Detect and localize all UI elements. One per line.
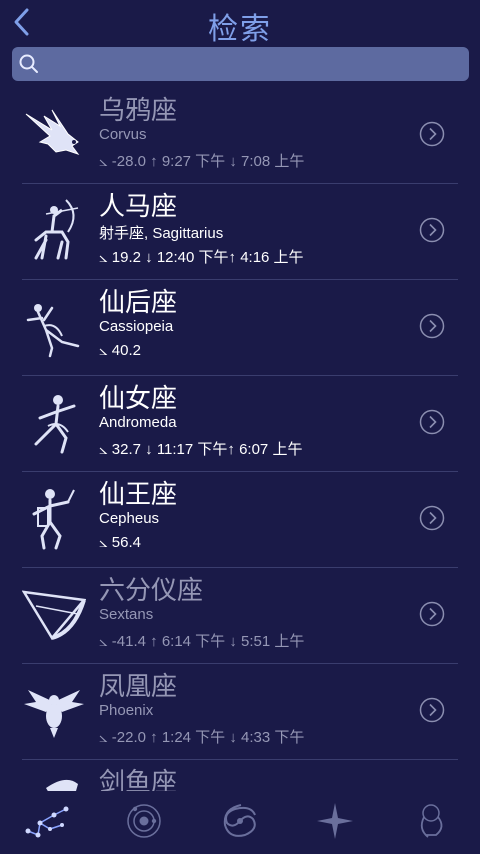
chevron-right-icon[interactable] (419, 217, 445, 243)
constellation-list[interactable]: 乌鸦座 Corvus ⦣ -28.0 ↑ 9:27 下午 ↓ 7:08 上午 人… (0, 88, 480, 791)
star-tab-icon[interactable] (312, 801, 358, 841)
chevron-right-icon[interactable] (419, 313, 445, 339)
andromeda-icon (34, 395, 76, 454)
corvus-icon (25, 109, 80, 155)
constellation-name: 仙女座 (99, 383, 178, 413)
constellation-info: ⦣ 19.2 ↓ 12:40 下午↑ 4:16 上午 (99, 249, 304, 266)
constellation-subtitle: 射手座, Sagittarius (99, 225, 224, 242)
constellation-subtitle: Phoenix (99, 702, 154, 719)
list-item[interactable]: 仙女座 Andromeda ⦣ 32.7 ↓ 11:17 下午↑ 6:07 上午 (0, 376, 480, 472)
chevron-right-icon[interactable] (419, 505, 445, 531)
constellation-tab-icon[interactable] (24, 801, 70, 841)
constellation-info: ⦣ 32.7 ↓ 11:17 下午↑ 6:07 上午 (99, 441, 303, 458)
list-item[interactable]: 人马座 射手座, Sagittarius ⦣ 19.2 ↓ 12:40 下午↑ … (0, 184, 480, 280)
sagittarius-icon (34, 199, 79, 260)
constellation-subtitle: Cepheus (99, 510, 160, 527)
chevron-right-icon[interactable] (419, 697, 445, 723)
chevron-right-icon[interactable] (419, 601, 445, 627)
galaxy-tab-icon[interactable] (217, 801, 263, 841)
constellation-name: 仙王座 (99, 479, 178, 509)
page-title: 检索 (208, 13, 272, 46)
search-input[interactable] (12, 47, 469, 81)
sextans-icon (22, 590, 86, 641)
zodiac-tab-icon[interactable] (408, 801, 454, 841)
tab-bar (0, 791, 480, 854)
constellation-name: 人马座 (99, 191, 178, 221)
constellation-name: 剑鱼座 (99, 767, 178, 791)
constellation-info: ⦣ 56.4 (99, 534, 141, 551)
constellation-info: ⦣ -41.4 ↑ 6:14 下午 ↓ 5:51 上午 (99, 633, 305, 650)
cassiopeia-icon (26, 304, 80, 358)
constellation-name: 凤凰座 (99, 671, 178, 701)
constellation-name: 六分仪座 (99, 575, 204, 605)
constellation-name: 仙后座 (99, 287, 178, 317)
cepheus-icon (32, 489, 75, 550)
constellation-info: ⦣ -28.0 ↑ 9:27 下午 ↓ 7:08 上午 (99, 153, 305, 170)
constellation-subtitle: Corvus (99, 126, 147, 143)
list-item[interactable]: 仙后座 Cassiopeia ⦣ 40.2 (0, 280, 480, 376)
list-item[interactable]: 乌鸦座 Corvus ⦣ -28.0 ↑ 9:27 下午 ↓ 7:08 上午 (0, 88, 480, 184)
dorado-icon (46, 779, 78, 791)
list-item[interactable]: 六分仪座 Sextans ⦣ -41.4 ↑ 6:14 下午 ↓ 5:51 上午 (0, 568, 480, 664)
search-icon (19, 54, 38, 73)
list-item[interactable]: 剑鱼座 (0, 760, 480, 791)
list-item[interactable]: 仙王座 Cepheus ⦣ 56.4 (0, 472, 480, 568)
phoenix-icon (24, 690, 84, 738)
constellation-info: ⦣ 40.2 (99, 342, 141, 359)
chevron-right-icon[interactable] (419, 121, 445, 147)
constellation-info: ⦣ -22.0 ↑ 1:24 下午 ↓ 4:33 下午 (99, 729, 305, 746)
constellation-subtitle: Andromeda (99, 414, 177, 431)
chevron-right-icon[interactable] (419, 409, 445, 435)
constellation-subtitle: Sextans (99, 606, 154, 623)
header: 检索 (0, 0, 480, 46)
list-item[interactable]: 凤凰座 Phoenix ⦣ -22.0 ↑ 1:24 下午 ↓ 4:33 下午 (0, 664, 480, 760)
constellation-subtitle: Cassiopeia (99, 318, 174, 335)
constellation-name: 乌鸦座 (99, 95, 178, 125)
solar-system-tab-icon[interactable] (121, 801, 167, 841)
